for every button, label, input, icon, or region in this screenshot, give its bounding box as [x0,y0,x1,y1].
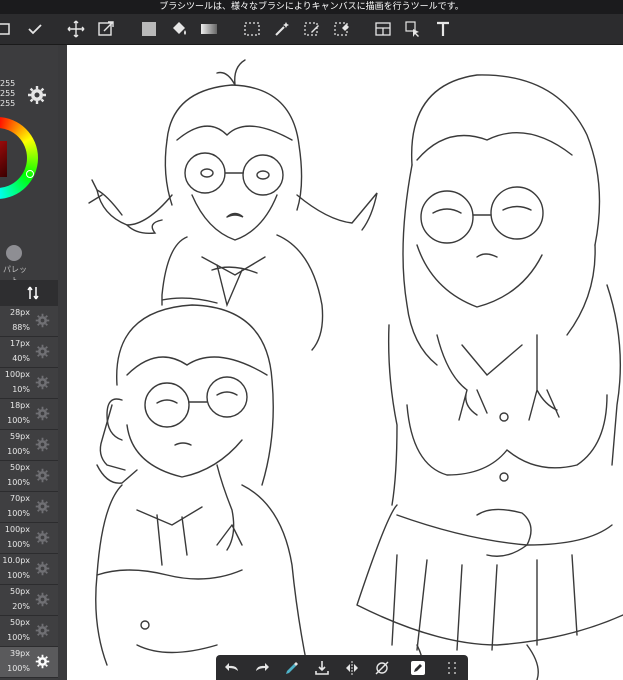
brush-item[interactable]: 70px 100% [0,492,58,523]
rotate-reset-icon[interactable] [372,658,392,678]
brush-size: 50px [10,587,30,596]
brush-settings-gear-icon[interactable] [35,406,50,421]
brush-item[interactable]: 18px 100% [0,399,58,430]
toolbar [0,14,623,45]
brush-settings-gear-icon[interactable] [35,344,50,359]
brush-item[interactable]: 59px 100% [0,430,58,461]
operation-icon[interactable] [401,17,425,41]
brush-settings-gear-icon[interactable] [35,592,50,607]
brush-settings-gear-icon[interactable] [35,530,50,545]
edit-icon[interactable] [408,658,428,678]
brush-settings-gear-icon[interactable] [35,623,50,638]
brush-opacity: 100% [7,571,30,580]
red-value: 255 [0,79,16,88]
magic-wand-icon[interactable] [270,17,294,41]
brush-size: 17px [10,339,30,348]
import-icon[interactable] [312,658,332,678]
brush-settings-gear-icon[interactable] [35,499,50,514]
brush-opacity: 100% [7,447,30,456]
brush-size: 70px [10,494,30,503]
left-panel: 255 255 255 パレット 28px88%17px40%100px10%1… [0,45,58,680]
brush-opacity: 100% [7,633,30,642]
brush-size: 50px [10,618,30,627]
brush-size: 28px [10,308,30,317]
rgb-values: 255 255 255 [0,79,15,109]
brush-size: 18px [10,401,30,410]
brush-list-header [0,280,58,306]
redo-icon[interactable] [252,658,272,678]
brush-item[interactable]: 39px 100% [0,647,58,678]
undo-icon[interactable] [222,658,242,678]
color-square[interactable] [0,141,7,177]
palette-icon[interactable] [6,245,22,261]
brush-size: 39px [10,649,30,658]
brush-settings-gear-icon[interactable] [35,437,50,452]
eyedropper-icon[interactable] [282,658,302,678]
green-value: 255 [0,89,16,98]
fill-color-icon[interactable] [137,17,161,41]
brush-opacity: 40% [12,354,30,363]
status-message: ブラシツールは、様々なブラシによりキャンバスに描画を行うツールです。 [0,0,623,14]
brush-opacity: 100% [7,509,30,518]
brush-item[interactable]: 100px 10% [0,368,58,399]
brush-opacity: 20% [12,602,30,611]
brush-settings-gear-icon[interactable] [35,375,50,390]
check-icon[interactable] [23,17,47,41]
bucket-icon[interactable] [167,17,191,41]
blue-value: 255 [0,99,16,108]
brush-item[interactable]: 100px 100% [0,523,58,554]
layer-icon[interactable] [0,17,16,41]
brush-settings-gear-icon[interactable] [35,468,50,483]
brush-size: 59px [10,432,30,441]
brush-opacity: 100% [7,478,30,487]
line-art-drawing [88,59,623,680]
brush-list: 28px 88% 17px 40% 100px 10% 18px 100% 59px 100% 50… [0,306,58,678]
brush-size: 100px [4,370,30,379]
select-pen-icon[interactable] [300,17,324,41]
transform-icon[interactable] [94,17,118,41]
more-icon[interactable] [442,658,462,678]
brush-opacity: 10% [12,385,30,394]
select-eraser-icon[interactable] [330,17,354,41]
gradient-icon[interactable] [197,17,221,41]
brush-opacity: 100% [7,540,30,549]
rect-select-icon[interactable] [240,17,264,41]
bottom-toolbar [216,655,468,680]
brush-item[interactable]: 50px 100% [0,461,58,492]
brush-size: 100px [4,525,30,534]
brush-item[interactable]: 50px 20% [0,585,58,616]
color-wheel-knob[interactable] [26,170,34,178]
brush-item[interactable]: 17px 40% [0,337,58,368]
flip-icon[interactable] [342,658,362,678]
brush-opacity: 88% [12,323,30,332]
brush-size: 10.0px [2,556,30,565]
move-icon[interactable] [64,17,88,41]
brush-item[interactable]: 10.0px 100% [0,554,58,585]
sort-icon[interactable] [25,285,41,301]
frame-icon[interactable] [371,17,395,41]
brush-item[interactable]: 28px 88% [0,306,58,337]
brush-item[interactable]: 50px 100% [0,616,58,647]
brush-opacity: 100% [7,416,30,425]
drawing-canvas[interactable] [67,45,623,680]
brush-size: 50px [10,463,30,472]
brush-settings-gear-icon[interactable] [35,561,50,576]
text-icon[interactable] [431,17,455,41]
brush-opacity: 100% [7,664,30,673]
brush-settings-gear-icon[interactable] [35,313,50,328]
brush-settings-gear-icon[interactable] [35,654,50,669]
color-settings-gear-icon[interactable] [27,85,47,105]
